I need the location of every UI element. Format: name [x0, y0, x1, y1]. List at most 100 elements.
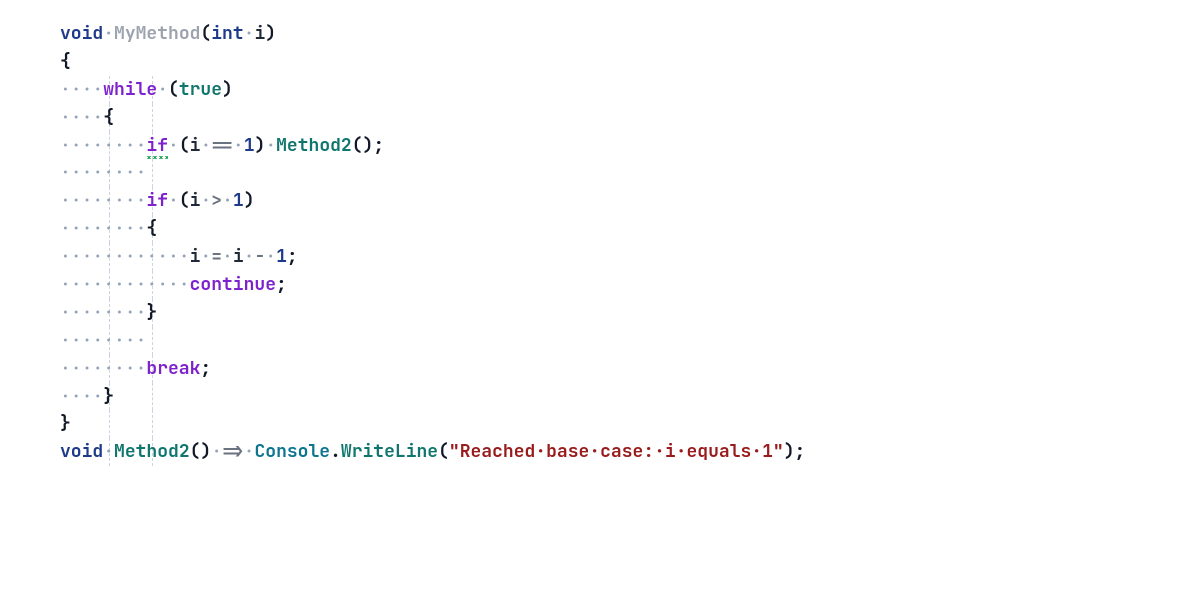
token-ws: · — [103, 440, 114, 463]
token-id: i — [190, 189, 201, 212]
token-func: Method2 — [276, 134, 352, 157]
token-punc: ( — [168, 78, 179, 101]
code-line: void·Method2()·=>·Console.WriteLine("Rea… — [60, 438, 1140, 466]
token-punc: ( — [200, 22, 211, 45]
token-ws: · — [168, 134, 179, 157]
code-line: ········{ — [60, 215, 1140, 243]
token-id: i — [190, 245, 201, 268]
token-punc: ) — [222, 78, 233, 101]
token-str: "Reached·base·case:·i·equals·1" — [449, 440, 784, 463]
token-op: == — [211, 134, 233, 157]
token-kw: int — [211, 22, 243, 45]
token-id: i — [190, 134, 201, 157]
token-punc: } — [60, 412, 71, 435]
token-punc: ; — [373, 134, 384, 157]
token-op: - — [254, 245, 265, 268]
indent-guide — [109, 410, 110, 438]
token-ws: · — [168, 189, 179, 212]
token-punc: ) — [244, 189, 255, 212]
indent-guide — [152, 383, 153, 411]
token-func: Method2 — [114, 440, 190, 463]
token-ws: · — [265, 134, 276, 157]
token-ws: · — [222, 245, 233, 268]
token-ws: · — [265, 245, 276, 268]
code-line: ········ — [60, 327, 1140, 355]
token-op: => — [222, 440, 244, 463]
token-ws: ···· — [60, 106, 103, 129]
token-punc: ; — [200, 357, 211, 380]
token-ws: ········ — [60, 134, 146, 157]
token-punc: () — [190, 440, 212, 463]
token-flow: continue — [190, 273, 276, 296]
token-op: = — [211, 245, 222, 268]
token-punc: ( — [179, 134, 190, 157]
token-num: 1 — [276, 245, 287, 268]
token-ws: · — [157, 78, 168, 101]
token-ws: · — [244, 22, 255, 45]
indent-guide — [152, 159, 153, 187]
token-ws: ···· — [60, 385, 103, 408]
token-cls: Console — [254, 440, 330, 463]
token-punc: ; — [287, 245, 298, 268]
code-block: void·MyMethod(int·i){····while·(true)···… — [60, 20, 1140, 466]
token-ws: · — [200, 189, 211, 212]
token-mname: MyMethod — [114, 22, 200, 45]
code-line: { — [60, 48, 1140, 76]
token-punc: { — [60, 50, 71, 73]
code-line: ····} — [60, 383, 1140, 411]
token-num: 1 — [233, 189, 244, 212]
token-punc: ; — [276, 273, 287, 296]
code-line: } — [60, 410, 1140, 438]
token-ws: ········ — [60, 217, 146, 240]
code-line: ········break; — [60, 355, 1140, 383]
token-ws: · — [244, 440, 255, 463]
code-line: void·MyMethod(int·i) — [60, 20, 1140, 48]
code-line: ····while·(true) — [60, 76, 1140, 104]
token-ws: ···· — [60, 78, 103, 101]
token-num: 1 — [244, 134, 255, 157]
code-line: ········if·(i·>·1) — [60, 187, 1140, 215]
token-punc: ) — [265, 22, 276, 45]
token-btrue: true — [179, 78, 222, 101]
token-ws: · — [244, 245, 255, 268]
token-punc: ) — [784, 440, 795, 463]
token-ws: ········ — [60, 161, 146, 184]
token-id: i — [254, 22, 265, 45]
indent-guide — [152, 327, 153, 355]
code-line: ············continue; — [60, 271, 1140, 299]
token-op: > — [211, 189, 222, 212]
token-func: WriteLine — [341, 440, 438, 463]
token-punc: ( — [179, 189, 190, 212]
token-flow: if — [146, 134, 168, 159]
token-punc: () — [352, 134, 374, 157]
token-punc: { — [103, 106, 114, 129]
token-punc: } — [146, 301, 157, 324]
token-id: i — [233, 245, 244, 268]
token-punc: } — [103, 385, 114, 408]
code-line: ········ — [60, 159, 1140, 187]
token-kw: void — [60, 22, 103, 45]
token-ws: · — [200, 245, 211, 268]
token-punc: ( — [438, 440, 449, 463]
token-flow: if — [146, 189, 168, 212]
token-ws: ········ — [60, 329, 146, 352]
token-ws: ········ — [60, 301, 146, 324]
token-punc: { — [146, 217, 157, 240]
token-ws: ············ — [60, 273, 190, 296]
token-ws: ········ — [60, 357, 146, 380]
token-ws: · — [103, 22, 114, 45]
token-ws: · — [211, 440, 222, 463]
code-line: ········} — [60, 299, 1140, 327]
token-ws: · — [233, 134, 244, 157]
indent-guide — [152, 104, 153, 132]
token-flow: while — [103, 78, 157, 101]
token-punc: . — [330, 440, 341, 463]
token-punc: ; — [795, 440, 806, 463]
token-ws: ············ — [60, 245, 190, 268]
code-line: ············i·=·i·-·1; — [60, 243, 1140, 271]
token-kw: void — [60, 440, 103, 463]
indent-guide — [152, 410, 153, 438]
token-punc: ) — [255, 134, 266, 157]
token-flow: break — [146, 357, 200, 380]
code-line: ········if·(i·==·1)·Method2(); — [60, 132, 1140, 160]
